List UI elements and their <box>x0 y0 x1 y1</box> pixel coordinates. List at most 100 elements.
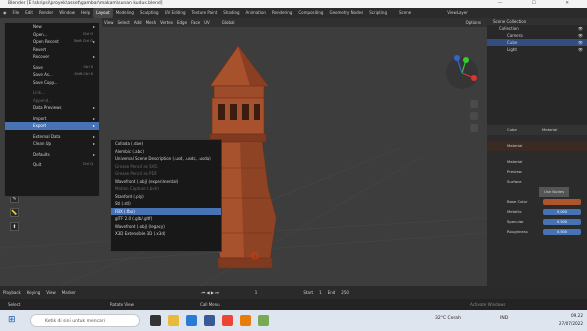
export-item-wavefront-obj-experimental[interactable]: Wavefront (.obj) (experimental) <box>111 178 221 186</box>
tab-texture-paint[interactable]: Texture Paint <box>188 8 220 18</box>
viewport-menu-uv[interactable]: UV <box>202 18 212 27</box>
navigation-gizmo[interactable] <box>446 55 478 89</box>
extrude-tool-icon[interactable]: ⬆ <box>10 222 19 231</box>
export-item-x3d-extensible-3d-x3d[interactable]: X3D Extensible 3D (.x3d) <box>111 230 221 238</box>
menu-help[interactable]: Help <box>78 8 93 18</box>
file-menu-item-quit[interactable]: Quit Ctrl Q <box>5 161 99 169</box>
export-item-grease-pencil-as-svg[interactable]: Grease Pencil as SVG <box>111 163 221 171</box>
edge-icon[interactable] <box>186 315 197 326</box>
clock[interactable]: 09.22 27/07/2022 <box>559 312 583 328</box>
file-explorer-icon[interactable] <box>168 315 179 326</box>
file-menu-item-revert[interactable]: Revert <box>5 46 99 54</box>
outliner-item-cube[interactable]: Cube 👁 <box>487 39 587 46</box>
preview-section[interactable]: Preview <box>487 167 587 177</box>
surface-section[interactable]: Surface <box>487 177 587 187</box>
file-menu-item-open[interactable]: Open... Ctrl O <box>5 31 99 39</box>
end-frame[interactable]: 250 <box>338 286 352 299</box>
file-menu-item-save-copy[interactable]: Save Copy... <box>5 79 99 87</box>
export-item-alembic-abc[interactable]: Alembic (.abc) <box>111 148 221 156</box>
outliner-item-camera[interactable]: Camera 👁 <box>487 32 587 39</box>
viewport-menu-face[interactable]: Face <box>189 18 202 27</box>
windows-start-icon[interactable]: ⊞ <box>8 315 16 325</box>
export-item-wavefront-obj-legacy[interactable]: Wavefront (.obj) (legacy) <box>111 223 221 231</box>
timeline-menu-view[interactable]: View <box>43 286 59 299</box>
prop-base-color[interactable]: Base Color <box>487 197 587 207</box>
file-menu-item-defaults[interactable]: Defaults ▸ <box>5 151 99 159</box>
measure-tool-icon[interactable]: 📏 <box>10 208 19 217</box>
prop-value-field[interactable]: 0.000 <box>543 209 581 215</box>
tab-layout[interactable]: Layout <box>93 8 113 18</box>
eye-icon[interactable]: 👁 <box>578 25 583 32</box>
viewport-menu-add[interactable]: Add <box>132 18 144 27</box>
file-menu-item-recover[interactable]: Recover ▸ <box>5 53 99 61</box>
tab-shading[interactable]: Shading <box>220 8 242 18</box>
export-item-fbx-fbx[interactable]: FBX (.fbx) <box>111 207 221 215</box>
object-name-row[interactable]: Cube Material <box>487 125 587 135</box>
file-menu-item-data-previews[interactable]: Data Previews ▸ <box>5 104 99 112</box>
tab-animation[interactable]: Animation <box>243 8 269 18</box>
blender-logo-icon[interactable]: ◉ <box>0 8 10 18</box>
viewport-menu-select[interactable]: Select <box>116 18 132 27</box>
tab-modeling[interactable]: Modeling <box>113 8 137 18</box>
menu-file[interactable]: File <box>10 8 23 18</box>
eye-icon[interactable]: 👁 <box>578 46 583 53</box>
export-item-gltf-2-0-glb-gltf[interactable]: glTF 2.0 (.glb/.gltf) <box>111 215 221 223</box>
file-menu-item-new[interactable]: New ▸ <box>5 23 99 31</box>
file-menu-item-external-data[interactable]: External Data ▸ <box>5 133 99 141</box>
material-field[interactable]: Material <box>487 157 587 167</box>
use-nodes-row[interactable]: Use Nodes <box>487 187 587 197</box>
tab-rendering[interactable]: Rendering <box>269 8 295 18</box>
tab-uv-editing[interactable]: UV Editing <box>162 8 189 18</box>
export-item-stanford-ply[interactable]: Stanford (.ply) <box>111 193 221 201</box>
viewlayer-selector[interactable]: ViewLayer <box>444 8 471 18</box>
export-item-stl-stl[interactable]: Stl (.stl) <box>111 200 221 208</box>
file-menu-item-save-as[interactable]: Save As... Shift Ctrl S <box>5 71 99 79</box>
file-menu-item-open-recent[interactable]: Open Recent Shift Ctrl O ▸ <box>5 38 99 46</box>
timeline-menu-keying[interactable]: Keying <box>24 286 43 299</box>
scene-selector[interactable]: Scene <box>396 8 414 18</box>
material-slot[interactable]: Material <box>487 141 587 151</box>
blender-icon[interactable] <box>240 315 251 326</box>
use-nodes-button[interactable]: Use Nodes <box>539 187 570 197</box>
file-menu-item-export[interactable]: Export ▸ <box>5 122 99 130</box>
export-item-collada-dae[interactable]: Collada (.dae) <box>111 140 221 148</box>
prop-value-field[interactable]: 0.500 <box>543 219 581 225</box>
file-menu-item-link[interactable]: Link... <box>5 89 99 97</box>
app-icon[interactable] <box>258 315 269 326</box>
current-frame[interactable]: 1 <box>252 286 261 299</box>
start-frame[interactable]: 1 <box>316 286 325 299</box>
task-view-icon[interactable] <box>150 315 161 326</box>
file-menu-item-append[interactable]: Append... <box>5 97 99 105</box>
eye-icon[interactable]: 👁 <box>578 32 583 39</box>
chrome-icon[interactable] <box>222 315 233 326</box>
menu-window[interactable]: Window <box>56 8 78 18</box>
prop-roughness[interactable]: Roughness 0.500 <box>487 227 587 237</box>
tab-scripting[interactable]: Scripting <box>366 8 390 18</box>
export-item-motion-capture-bvh[interactable]: Motion Capture (.bvh) <box>111 185 221 193</box>
outliner-item-light[interactable]: Light 👁 <box>487 46 587 53</box>
taskbar-search[interactable]: Ketik di sini untuk mencari <box>30 314 140 327</box>
menu-render[interactable]: Render <box>36 8 56 18</box>
options-dropdown[interactable]: Options <box>464 18 483 27</box>
prop-specular[interactable]: Specular 0.500 <box>487 217 587 227</box>
file-menu-item-clean-up[interactable]: Clean Up ▸ <box>5 140 99 148</box>
prop-metallic[interactable]: Metallic 0.000 <box>487 207 587 217</box>
menu-edit[interactable]: Edit <box>22 8 36 18</box>
viewport-menu-vertex[interactable]: Vertex <box>158 18 175 27</box>
outliner-item-collection[interactable]: Collection 👁 <box>487 25 587 32</box>
tab-compositing[interactable]: Compositing <box>295 8 326 18</box>
file-menu-item-import[interactable]: Import ▸ <box>5 115 99 123</box>
tab-sculpting[interactable]: Sculpting <box>137 8 162 18</box>
tab-geometry-nodes[interactable]: Geometry Nodes <box>326 8 366 18</box>
playback-controls[interactable]: ⏮ ◀ ▶ ⏭ <box>199 286 222 299</box>
export-item-grease-pencil-as-pdf[interactable]: Grease Pencil as PDF <box>111 170 221 178</box>
timeline-menu-marker[interactable]: Marker <box>59 286 79 299</box>
viewport-menu-edge[interactable]: Edge <box>175 18 189 27</box>
export-item-universal-scene-description-usd-usdc-usda[interactable]: Universal Scene Description (.usd, .usdc… <box>111 155 221 163</box>
prop-value-field[interactable]: 0.500 <box>543 229 581 235</box>
base-color-swatch[interactable] <box>543 199 581 205</box>
file-menu-item-save[interactable]: Save Ctrl S <box>5 64 99 72</box>
store-icon[interactable] <box>204 315 215 326</box>
orientation-dropdown[interactable]: Global <box>220 18 237 27</box>
timeline-menu-playback[interactable]: Playback <box>0 286 24 299</box>
